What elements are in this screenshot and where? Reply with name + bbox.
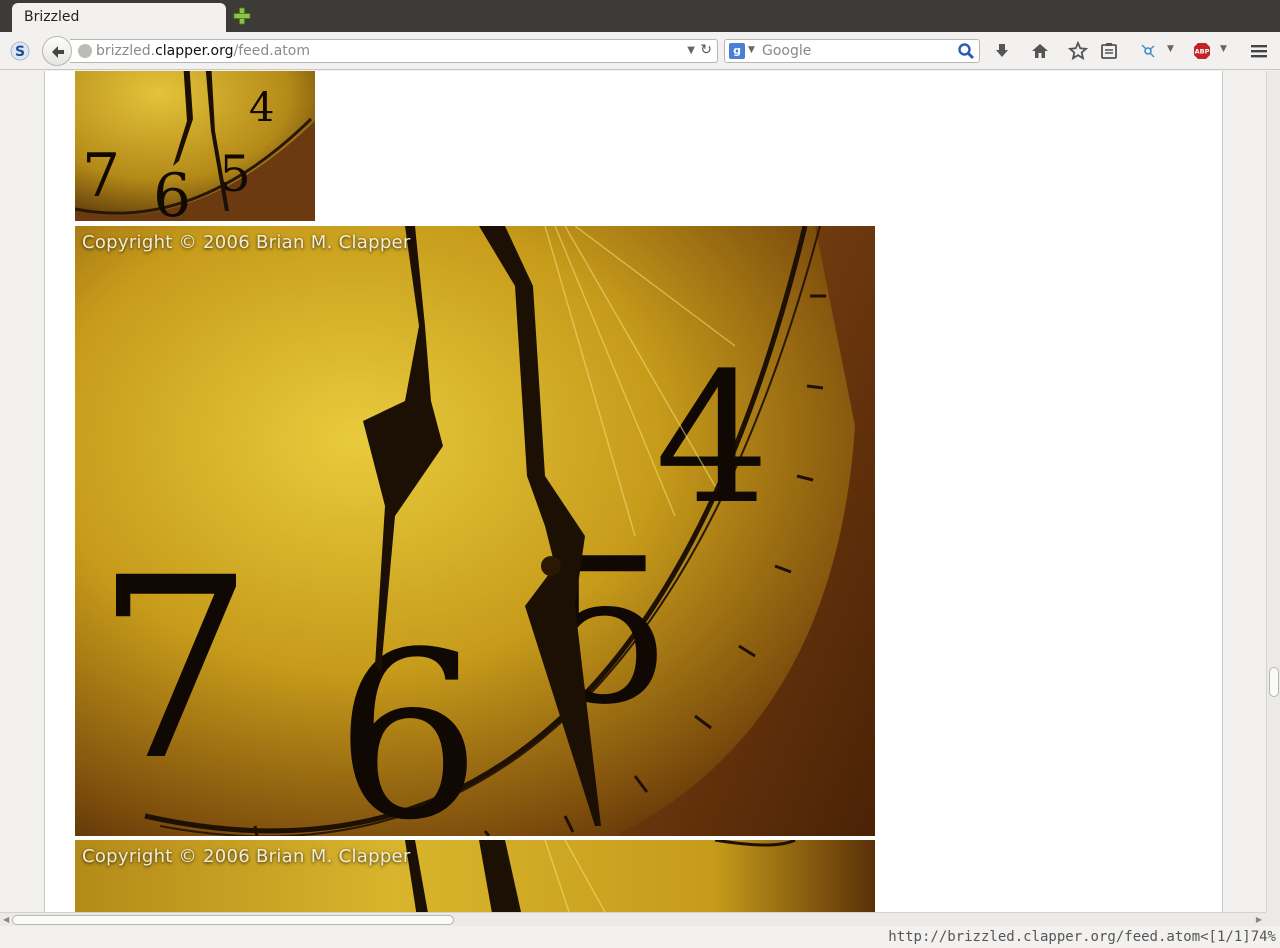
- image-caption-third: Copyright © 2006 Brian M. Clapper: [82, 846, 411, 867]
- url-text[interactable]: brizzled.clapper.org/feed.atom: [96, 43, 310, 59]
- url-bar[interactable]: brizzled.clapper.org/feed.atom ▼ ↻: [70, 39, 718, 63]
- search-bar[interactable]: g ▼ Google: [724, 39, 980, 63]
- scroll-right-icon[interactable]: ▶: [1256, 913, 1262, 926]
- status-bar: http://brizzled.clapper.org/feed.atom<[1…: [0, 926, 1280, 948]
- vertical-scrollbar[interactable]: [1266, 71, 1280, 912]
- search-input[interactable]: Google: [762, 43, 811, 59]
- home-icon[interactable]: [1030, 41, 1050, 61]
- svg-text:6: 6: [153, 161, 191, 221]
- network-dropdown-icon[interactable]: ▼: [1167, 44, 1174, 54]
- svg-text:7: 7: [95, 524, 254, 815]
- scroll-left-icon[interactable]: ◀: [3, 913, 9, 926]
- new-tab-icon[interactable]: [233, 7, 251, 25]
- svg-text:4: 4: [249, 85, 274, 131]
- menu-icon[interactable]: [1249, 41, 1269, 61]
- horizontal-scroll-thumb[interactable]: [12, 915, 454, 925]
- tab-brizzled[interactable]: Brizzled: [12, 3, 226, 32]
- vertical-scroll-thumb[interactable]: [1269, 667, 1279, 697]
- adblock-dropdown-icon[interactable]: ▼: [1220, 44, 1227, 54]
- network-icon[interactable]: [1138, 41, 1158, 61]
- svg-text:7: 7: [82, 141, 120, 211]
- search-engine-dropdown-icon[interactable]: ▼: [748, 45, 755, 55]
- back-button[interactable]: [42, 36, 72, 66]
- back-arrow-icon: [52, 46, 64, 58]
- image-caption: Copyright © 2006 Brian M. Clapper: [82, 232, 411, 253]
- horizontal-scrollbar[interactable]: ◀ ▶: [0, 912, 1266, 926]
- tab-title: Brizzled: [24, 9, 80, 25]
- bookmark-star-icon[interactable]: [1068, 41, 1088, 61]
- url-dropdown-icon[interactable]: ▼: [687, 45, 695, 56]
- clock-image-large: 7 6 5 4 Copyright © 2006 Brian M. Clappe…: [75, 226, 875, 836]
- s-extension-icon[interactable]: S: [10, 41, 30, 61]
- search-icon[interactable]: [957, 42, 975, 60]
- svg-text:ABP: ABP: [1195, 48, 1210, 56]
- clock-image-third: Copyright © 2006 Brian M. Clapper: [75, 840, 875, 912]
- tab-bar: Brizzled: [0, 0, 1280, 32]
- clock-thumbnail-image: 7 6 5 4: [75, 71, 315, 221]
- navigation-bar: S brizzled.clapper.org/feed.atom ▼ ↻ g ▼…: [0, 32, 1280, 70]
- status-text: http://brizzled.clapper.org/feed.atom<[1…: [888, 929, 1276, 945]
- svg-text:6: 6: [335, 604, 481, 836]
- svg-text:S: S: [15, 44, 25, 60]
- download-icon[interactable]: [992, 41, 1012, 61]
- svg-text:4: 4: [655, 335, 770, 544]
- reading-list-icon[interactable]: [1099, 41, 1119, 61]
- globe-icon: [78, 44, 92, 58]
- adblock-icon[interactable]: ABP: [1192, 41, 1212, 61]
- scroll-corner: [1266, 912, 1280, 926]
- reload-icon[interactable]: ↻: [700, 42, 712, 58]
- google-icon[interactable]: g: [729, 43, 745, 59]
- content-area: 7 6 5 4 7 6 5 4 Copyright © 2006 Brian M…: [0, 71, 1266, 912]
